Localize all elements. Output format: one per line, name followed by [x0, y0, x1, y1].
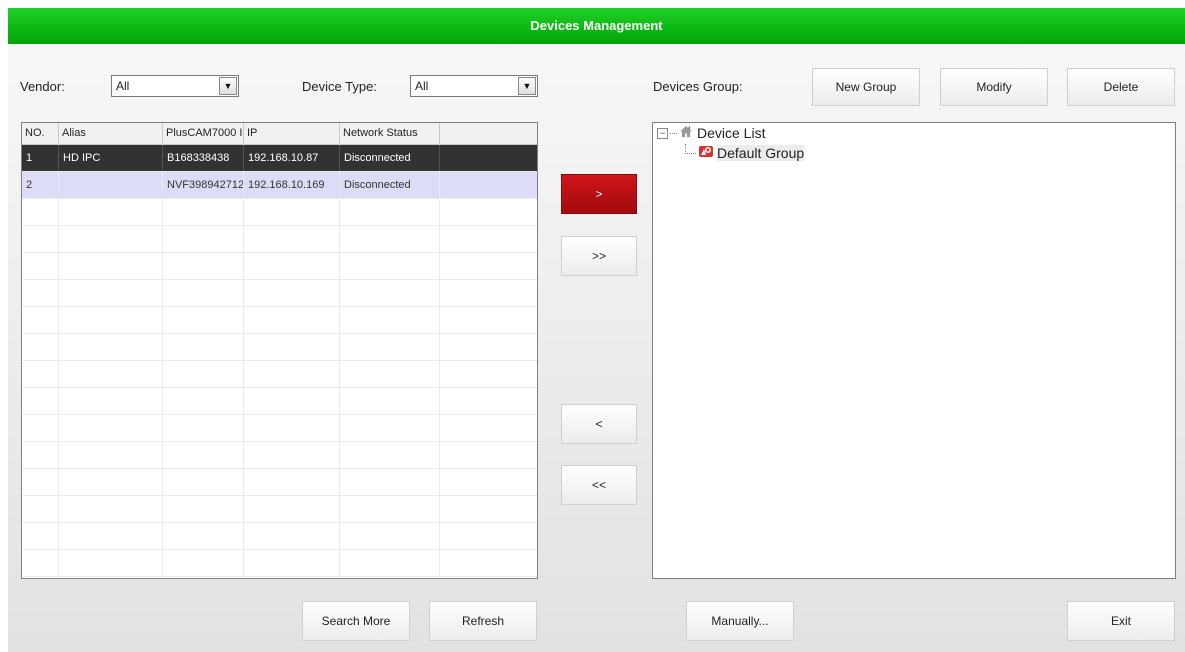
- cell-no: 2: [22, 172, 59, 198]
- empty-row: [22, 415, 537, 442]
- empty-row: [22, 253, 537, 280]
- device-table: NO. Alias PlusCAM7000 ID IP Network Stat…: [21, 122, 538, 579]
- collapse-icon[interactable]: −: [657, 127, 668, 139]
- add-to-group-button[interactable]: >: [561, 174, 637, 214]
- empty-row: [22, 469, 537, 496]
- remove-all-from-group-button[interactable]: <<: [561, 465, 637, 505]
- cell-id: NVF398942712: [163, 172, 244, 198]
- column-header-id[interactable]: PlusCAM7000 ID: [163, 123, 244, 144]
- cell-ip: 192.168.10.169: [244, 172, 340, 198]
- add-all-to-group-button[interactable]: >>: [561, 236, 637, 276]
- cell-id: B168338438: [163, 145, 244, 171]
- manually-button[interactable]: Manually...: [686, 601, 794, 641]
- tree-connector: [670, 132, 677, 134]
- empty-row: [22, 199, 537, 226]
- tree-connector: [685, 143, 696, 154]
- devices-management-window: Devices Management Vendor: All ▼ Device …: [8, 8, 1185, 652]
- cell-no: 1: [22, 145, 59, 171]
- cell-alias: [59, 172, 163, 198]
- window-title: Devices Management: [8, 8, 1185, 44]
- vendor-select-value: All: [116, 79, 130, 93]
- cell-empty: [440, 172, 537, 198]
- table-row[interactable]: 2 NVF398942712 192.168.10.169 Disconnect…: [22, 172, 537, 199]
- tree-item-label: Default Group: [717, 144, 805, 161]
- column-header-alias[interactable]: Alias: [59, 123, 163, 144]
- cell-alias: HD IPC: [59, 145, 163, 171]
- empty-row: [22, 550, 537, 577]
- column-header-network-status[interactable]: Network Status: [340, 123, 440, 144]
- device-type-select[interactable]: All ▼: [410, 75, 538, 97]
- table-row[interactable]: 1 HD IPC B168338438 192.168.10.87 Discon…: [22, 145, 537, 172]
- device-type-label: Device Type:: [302, 79, 377, 94]
- refresh-button[interactable]: Refresh: [429, 601, 537, 641]
- empty-row: [22, 334, 537, 361]
- column-header-ip[interactable]: IP: [244, 123, 340, 144]
- empty-row: [22, 496, 537, 523]
- camera-group-icon: [698, 143, 714, 162]
- empty-row: [22, 577, 537, 578]
- empty-row: [22, 307, 537, 334]
- empty-row: [22, 226, 537, 253]
- search-more-button[interactable]: Search More: [302, 601, 410, 641]
- delete-button[interactable]: Delete: [1067, 68, 1175, 106]
- empty-row: [22, 361, 537, 388]
- vendor-label: Vendor:: [20, 79, 65, 94]
- home-icon: [679, 125, 693, 141]
- chevron-down-icon[interactable]: ▼: [518, 77, 536, 95]
- exit-button[interactable]: Exit: [1067, 601, 1175, 641]
- remove-from-group-button[interactable]: <: [561, 404, 637, 444]
- tree-item-device-list[interactable]: − Device List: [657, 125, 765, 141]
- tree-item-label: Device List: [697, 125, 766, 141]
- cell-network-status: Disconnected: [340, 145, 440, 171]
- column-header-no[interactable]: NO.: [22, 123, 59, 144]
- cell-ip: 192.168.10.87: [244, 145, 340, 171]
- cell-empty: [440, 145, 537, 171]
- tree-item-default-group[interactable]: Default Group: [685, 143, 805, 162]
- device-type-select-value: All: [415, 79, 429, 93]
- devices-group-label: Devices Group:: [653, 79, 743, 94]
- vendor-select[interactable]: All ▼: [111, 75, 239, 97]
- table-header: NO. Alias PlusCAM7000 ID IP Network Stat…: [22, 123, 537, 145]
- cell-network-status: Disconnected: [340, 172, 440, 198]
- empty-row: [22, 280, 537, 307]
- empty-row: [22, 523, 537, 550]
- empty-row: [22, 442, 537, 469]
- chevron-down-icon[interactable]: ▼: [219, 77, 237, 95]
- modify-button[interactable]: Modify: [940, 68, 1048, 106]
- new-group-button[interactable]: New Group: [812, 68, 920, 106]
- column-header-empty: [440, 123, 537, 144]
- device-group-tree: − Device List Default Group: [652, 122, 1176, 579]
- empty-row: [22, 388, 537, 415]
